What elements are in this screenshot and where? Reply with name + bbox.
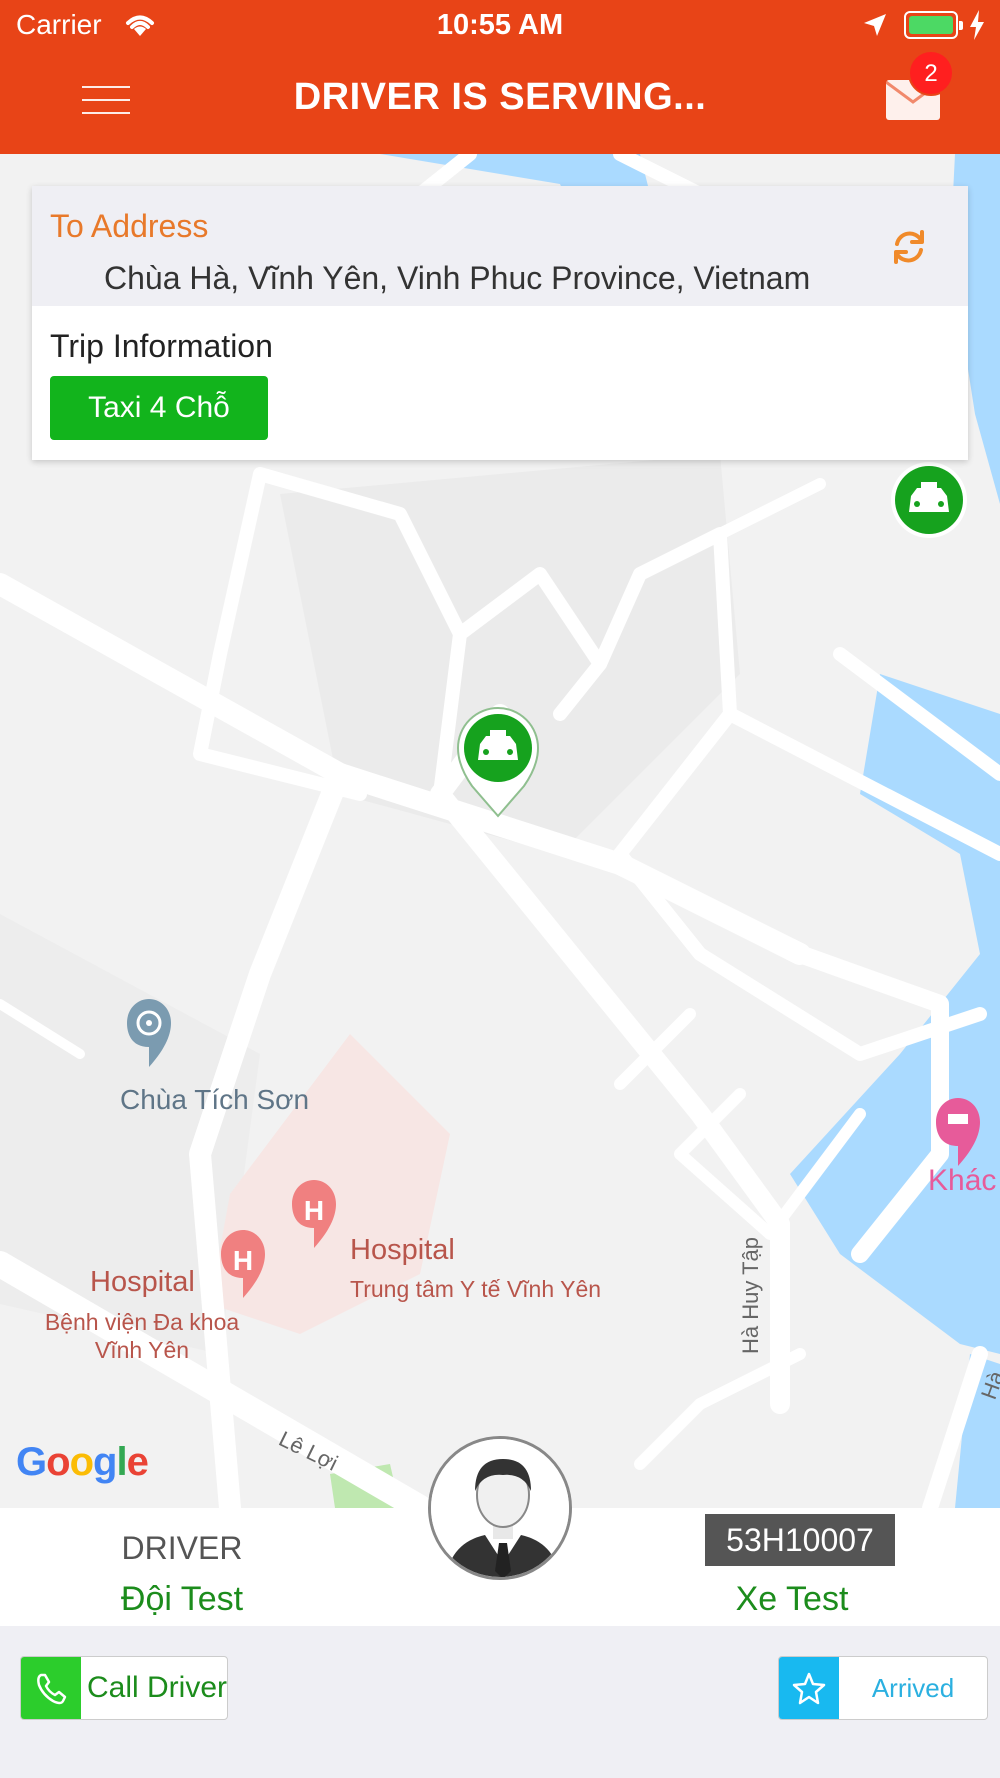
location-arrow-icon <box>864 14 886 36</box>
mail-badge: 2 <box>908 50 954 96</box>
map-label-hotel: Khác <box>928 1164 997 1197</box>
map-label-hospital-1-sub: Trung tâm Y tế Vĩnh Yên <box>350 1276 602 1302</box>
app-header: Carrier 10:55 AM DRIVER IS SERVING... 2 <box>0 0 1000 154</box>
page-title: DRIVER IS SERVING... <box>293 76 707 118</box>
driver-role-label: DRIVER <box>121 1530 243 1566</box>
svg-text:H: H <box>304 1195 324 1226</box>
car-name: Xe Test <box>735 1580 849 1618</box>
street-label-ha-huy-tap: Hà Huy Tập <box>738 1237 763 1354</box>
call-driver-button[interactable]: Call Driver <box>20 1656 228 1720</box>
vehicle-type-button[interactable]: Taxi 4 Chỗ <box>50 376 268 440</box>
address-section: To Address Chùa Hà, Vĩnh Yên, Vinh Phuc … <box>32 186 968 306</box>
battery-icon <box>904 11 963 39</box>
charging-bolt-icon <box>970 10 984 40</box>
driver-avatar[interactable] <box>428 1436 572 1580</box>
call-driver-label: Call Driver <box>87 1671 228 1704</box>
action-bar: Call Driver Arrived <box>0 1626 1000 1778</box>
license-plate: 53H10007 <box>705 1514 895 1566</box>
map-label-hospital-1: Hospital <box>350 1234 455 1266</box>
address-card: To Address Chùa Hà, Vĩnh Yên, Vinh Phuc … <box>32 186 968 460</box>
star-icon <box>779 1657 839 1719</box>
map-label-hospital-2-sub: Bệnh viện Đa khoa Vĩnh Yên <box>44 1309 240 1363</box>
svg-text:H: H <box>233 1245 253 1276</box>
driver-name: Đội Test <box>120 1580 244 1618</box>
arrived-button[interactable]: Arrived <box>778 1656 988 1720</box>
status-bar: Carrier 10:55 AM <box>0 0 1000 50</box>
trip-information-label: Trip Information <box>50 328 273 364</box>
map-label-temple: Chùa Tích Sơn <box>120 1084 310 1115</box>
driver-avatar-icon <box>431 1439 569 1577</box>
to-address-label: To Address <box>50 208 209 244</box>
clock: 10:55 AM <box>436 9 564 41</box>
phone-icon <box>21 1657 81 1719</box>
arrived-label: Arrived <box>871 1673 955 1703</box>
map-label-hospital-2: Hospital <box>90 1266 195 1298</box>
refresh-icon[interactable] <box>888 226 930 268</box>
to-address-value[interactable]: Chùa Hà, Vĩnh Yên, Vinh Phuc Province, V… <box>104 260 810 297</box>
google-logo: Google <box>16 1440 149 1484</box>
